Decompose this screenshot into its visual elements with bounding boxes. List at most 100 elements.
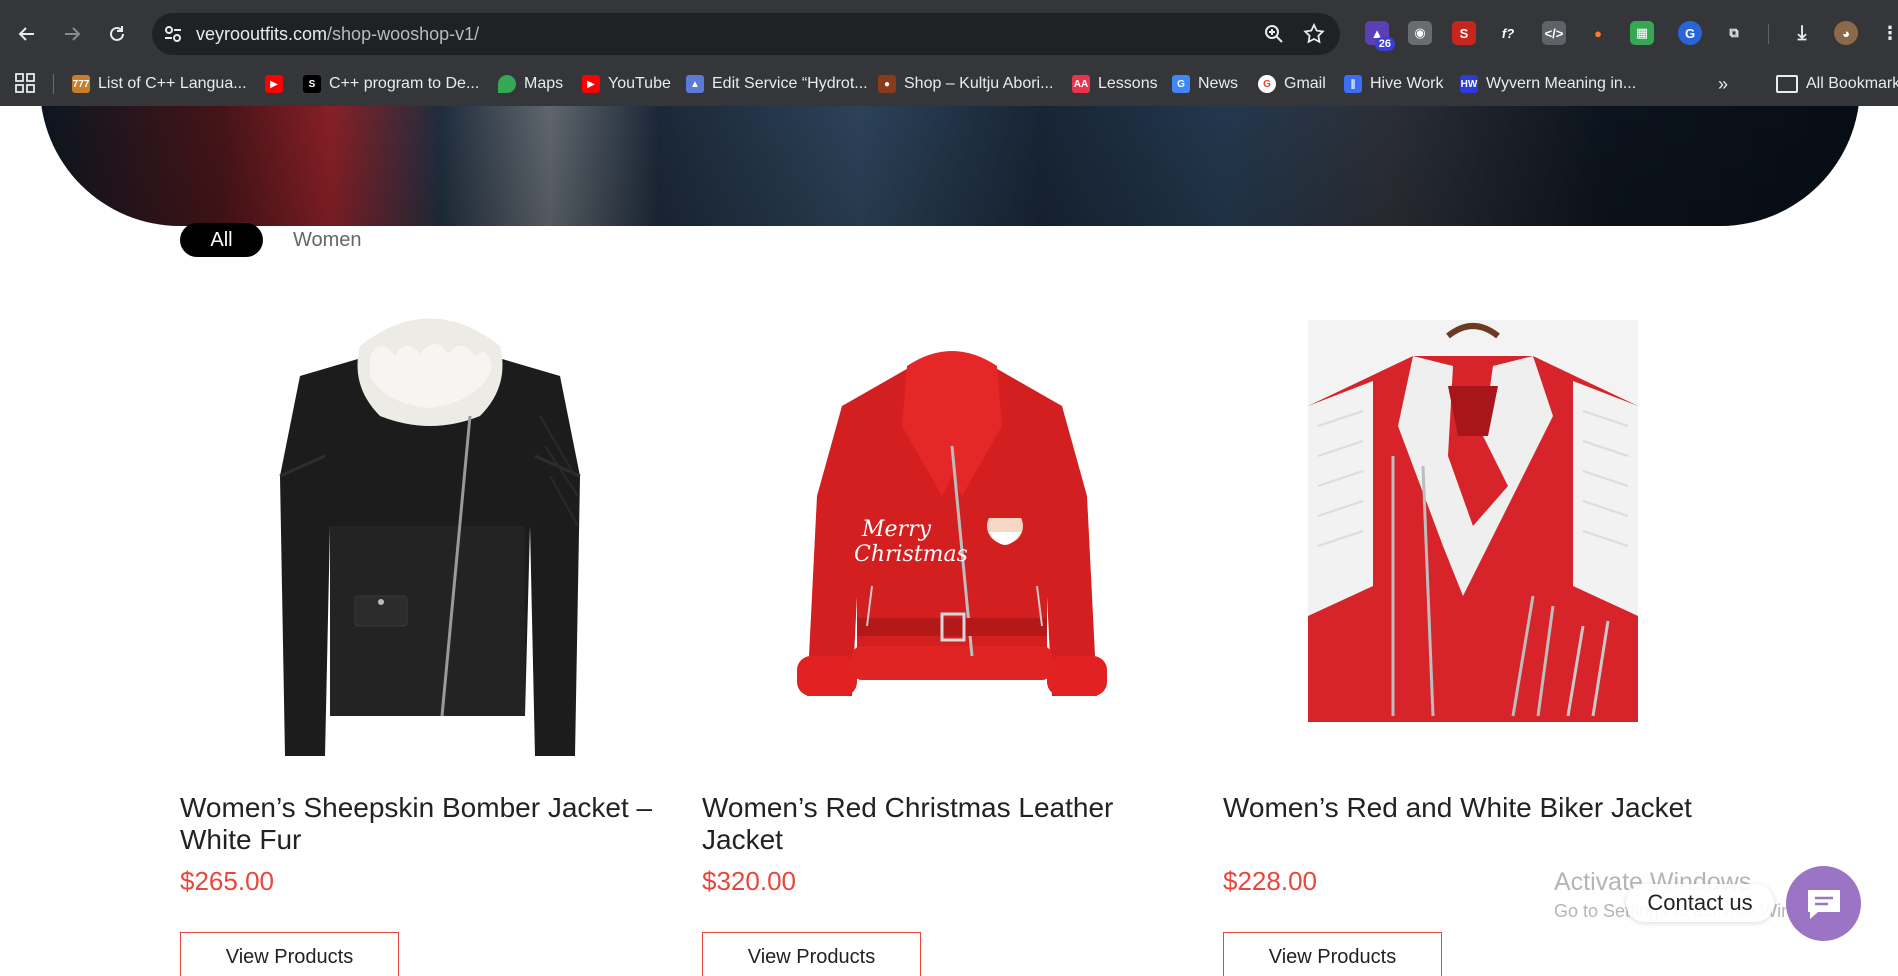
grammar-extension-icon[interactable]: G [1678, 21, 1702, 45]
filter-all-label: All [210, 228, 233, 251]
camera-icon[interactable]: ◉ [1408, 21, 1432, 45]
product-price: $228.00 [1223, 866, 1317, 896]
bookmark-item[interactable]: 777 List of C++ Langua... [72, 70, 247, 98]
bookmark-label: Maps [524, 75, 564, 92]
download-icon[interactable]: ⤓ [1790, 21, 1814, 45]
toolbar-divider [1768, 24, 1769, 44]
reload-icon [110, 26, 124, 41]
bookmark-label: C++ program to De... [329, 75, 480, 92]
view-products-button[interactable]: View Products [1223, 932, 1442, 976]
svg-text:Christmas: Christmas [854, 542, 968, 567]
avatar[interactable]: ◕ [1834, 21, 1858, 45]
chat-button[interactable] [1786, 866, 1861, 941]
arrow-right-icon [65, 27, 81, 41]
bookmark-label: News [1198, 75, 1239, 92]
product-image-black-jacket[interactable] [180, 296, 680, 766]
product-price: $265.00 [180, 866, 274, 896]
menu-icon[interactable]: ⋮ [1878, 21, 1898, 45]
bookmark-label: Hive Work [1370, 75, 1444, 92]
product-card: Women’s Sheepskin Bomber Jacket – White … [180, 296, 680, 976]
arrow-left-icon [18, 27, 34, 41]
maps-icon [498, 75, 516, 93]
browser-chrome: veyrooutfits.com/shop-wooshop-v1/ ▲ 26 ◉ … [0, 0, 1898, 106]
function-extension-icon[interactable]: f? [1496, 21, 1520, 45]
bookmark-favicon-s: S [303, 75, 321, 93]
double-chevron-icon: » [1718, 73, 1729, 94]
bookmark-favicon-hw: HW [1460, 75, 1478, 93]
youtube-icon: ▶ [582, 75, 600, 93]
bookmark-item[interactable]: S C++ program to De... [303, 70, 479, 98]
bookmark-item[interactable]: G Gmail [1258, 70, 1326, 98]
hero-banner-image [40, 106, 1860, 226]
hive-icon: ∥ [1344, 75, 1362, 93]
bookmark-item[interactable]: ∥ Hive Work [1344, 70, 1444, 98]
product-title[interactable]: Women’s Red Christmas Leather Jacket [702, 792, 1202, 856]
url-domain: veyrooutfits.com [196, 24, 328, 44]
bookmarks-separator [53, 74, 54, 94]
product-title[interactable]: Women’s Red and White Biker Jacket [1223, 792, 1723, 824]
apps-grid-icon[interactable] [14, 72, 36, 94]
view-products-label: View Products [747, 945, 876, 968]
bookmark-item[interactable]: ▲ Edit Service “Hydrot... [686, 70, 868, 98]
contact-us-text: Contact us [1647, 890, 1753, 915]
product-image-red-christmas-jacket[interactable]: Merry Christmas [702, 296, 1202, 766]
code-extension-icon[interactable]: </> [1542, 21, 1566, 45]
bookmark-item[interactable]: AA Lessons [1072, 70, 1158, 98]
product-image-red-white-biker-jacket[interactable] [1223, 296, 1723, 766]
extension-graduation-icon[interactable]: ▲ 26 [1365, 21, 1395, 51]
bookmark-item[interactable]: HW Wyvern Meaning in... [1460, 70, 1636, 98]
view-products-label: View Products [1268, 945, 1397, 968]
url-path: /shop-wooshop-v1/ [327, 24, 480, 44]
back-button[interactable] [10, 17, 44, 51]
filter-all[interactable]: All [180, 223, 263, 257]
view-products-button[interactable]: View Products [180, 932, 399, 976]
bookmark-favicon-edit: ▲ [686, 75, 704, 93]
bookmark-label: Edit Service “Hydrot... [712, 75, 868, 92]
extension-badge: 26 [1374, 37, 1395, 51]
google-icon: G [1258, 75, 1276, 93]
all-bookmarks-label: All Bookmarks [1806, 75, 1898, 92]
youtube-icon: ▶ [265, 75, 283, 93]
bookmark-favicon-cpp-list: 777 [72, 75, 90, 93]
zoom-icon[interactable] [1262, 22, 1286, 46]
bookmark-favicon-shop: ● [878, 75, 896, 93]
bookmark-item[interactable]: G News [1172, 70, 1238, 98]
bookmark-label: Gmail [1284, 75, 1326, 92]
url-text[interactable]: veyrooutfits.com/shop-wooshop-v1/ [196, 24, 479, 45]
view-products-button[interactable]: View Products [702, 932, 921, 976]
product-title[interactable]: Women’s Sheepskin Bomber Jacket – White … [180, 792, 680, 856]
site-settings-icon[interactable] [162, 23, 184, 45]
seo-extension-icon[interactable]: S [1452, 21, 1476, 45]
more-bookmarks-button[interactable]: » [1718, 70, 1728, 98]
bookmark-label: List of C++ Langua... [98, 75, 247, 92]
svg-text:Merry: Merry [861, 517, 932, 542]
puzzle-icon[interactable]: ⧉ [1722, 21, 1746, 45]
page-content: All Women Women’s Sheepskin Bomber Jacke… [0, 106, 1898, 976]
star-icon[interactable] [1302, 22, 1326, 46]
reload-button[interactable] [100, 17, 134, 51]
bookmark-label: Lessons [1098, 75, 1158, 92]
chat-bubble-icon [1807, 889, 1840, 919]
forward-button[interactable] [55, 17, 89, 51]
bookmark-label: YouTube [608, 75, 671, 92]
product-card: Merry Christmas Women’s Red Christmas Le… [702, 296, 1202, 976]
google-news-icon: G [1172, 75, 1190, 93]
folder-icon [1776, 75, 1798, 93]
bookmarks-bar: 777 List of C++ Langua... ▶ S C++ program … [0, 64, 1898, 106]
address-bar[interactable]: veyrooutfits.com/shop-wooshop-v1/ [152, 13, 1340, 55]
bookmark-item[interactable]: ● Shop – Kultju Abori... [878, 70, 1053, 98]
fire-extension-icon[interactable]: ● [1586, 21, 1610, 45]
all-bookmarks-button[interactable]: All Bookmarks [1776, 70, 1898, 98]
bookmark-label: Wyvern Meaning in... [1486, 75, 1637, 92]
bookmark-favicon-lessons: AA [1072, 75, 1090, 93]
bookmark-item[interactable]: Maps [498, 70, 563, 98]
toolbar: veyrooutfits.com/shop-wooshop-v1/ ▲ 26 ◉ … [0, 0, 1898, 66]
bookmark-label: Shop – Kultju Abori... [904, 75, 1054, 92]
bookmark-item[interactable]: ▶ YouTube [582, 70, 671, 98]
filter-women[interactable]: Women [293, 223, 362, 257]
color-extension-icon[interactable]: ▦ [1630, 21, 1654, 45]
contact-us-label[interactable]: Contact us [1626, 884, 1774, 922]
bookmark-item[interactable]: ▶ [265, 70, 283, 98]
filter-women-label: Women [293, 228, 362, 251]
product-price: $320.00 [702, 866, 796, 896]
